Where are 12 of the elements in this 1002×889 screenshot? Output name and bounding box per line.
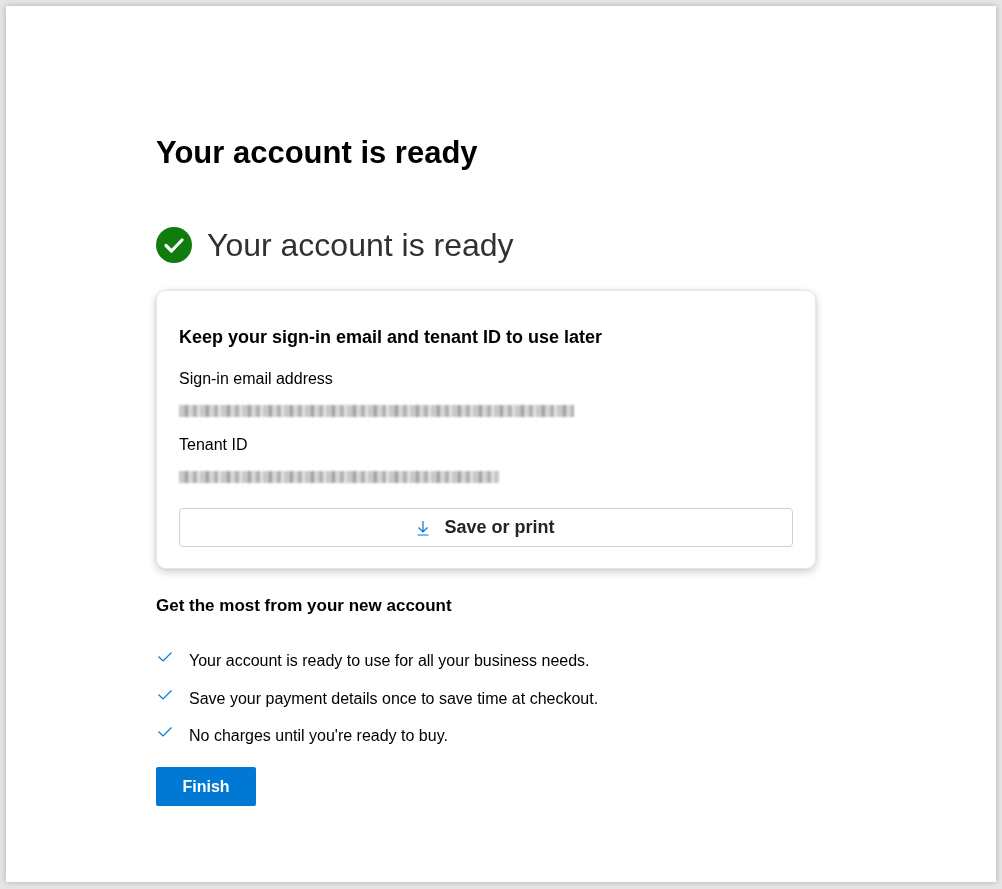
field-label: Tenant ID — [179, 435, 249, 455]
benefit-text: Save your payment details once to save time at checkout. — [189, 688, 599, 709]
card-title: Keep your sign-in email and tenant ID to use later — [179, 326, 604, 349]
finish-button[interactable]: Finish — [156, 767, 256, 806]
benefit-text: No charges until you're ready to buy. — [189, 726, 448, 746]
page-title: Your account is ready — [156, 134, 479, 172]
status-heading: Your account is ready — [207, 226, 514, 265]
field-label: Sign-in email address — [179, 369, 334, 389]
benefit-text: Your account is ready to use for all your business needs. — [189, 651, 590, 671]
section-heading: Get the most from your new account — [156, 595, 453, 617]
save-or-print-button[interactable]: Save or print — [179, 508, 793, 547]
download-icon — [417, 519, 430, 536]
